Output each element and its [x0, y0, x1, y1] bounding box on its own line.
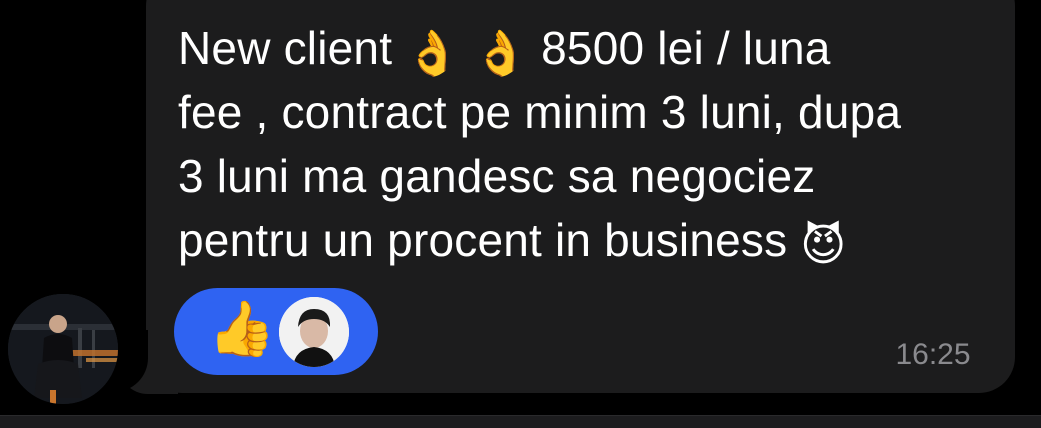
sender-photo [8, 294, 118, 404]
thumbs-up-icon: 👍 [208, 297, 276, 360]
message-timestamp: 16:25 [895, 338, 971, 371]
message-text: New client 👌 👌 8500 lei / luna fee , con… [178, 16, 998, 272]
smiling-devil-icon: 😈 [800, 220, 847, 271]
message-line-1: New client 👌 👌 8500 lei / luna [178, 22, 831, 79]
reaction-pill[interactable]: 👍 [174, 288, 378, 375]
input-bar-edge [0, 415, 1041, 428]
message-line-3: 3 luni ma gandesc sa negociez [178, 150, 816, 202]
ok-hand-icon: 👌 [473, 28, 529, 79]
sender-avatar[interactable] [8, 294, 118, 404]
ok-hand-icon: 👌 [405, 28, 461, 79]
message-line-2: fee , contract pe minim 3 luni, dupa [178, 86, 902, 138]
reactor-photo [279, 297, 349, 367]
message-line-4: pentru un procent in business 😈 [178, 214, 847, 271]
reactor-avatar [279, 297, 349, 367]
chat-area: New client 👌 👌 8500 lei / luna fee , con… [0, 0, 1041, 415]
